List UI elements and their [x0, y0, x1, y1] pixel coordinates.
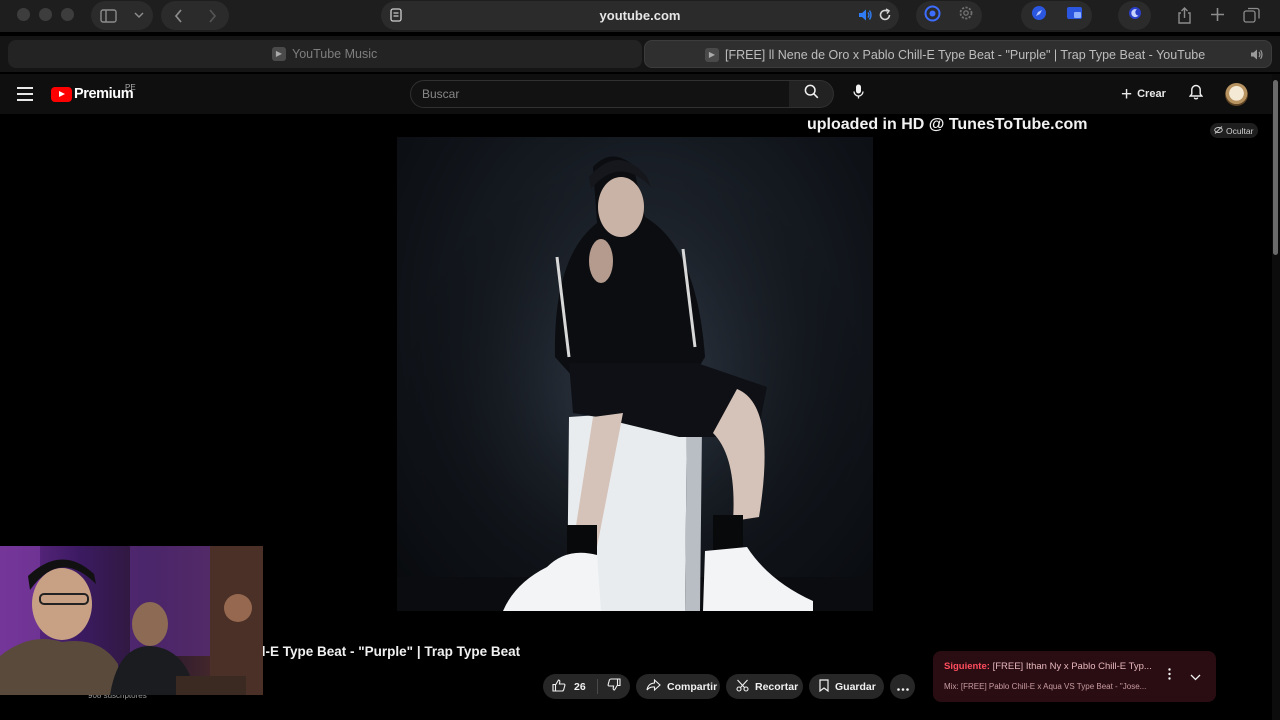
new-tab-icon[interactable] [1210, 7, 1225, 22]
play-icon: ▶ [705, 48, 719, 62]
bell-icon [1188, 84, 1204, 105]
save-label: Guardar [835, 680, 876, 693]
up-next-heading: Siguiente: [FREE] Ithan Ny x Pablo Chill… [944, 661, 1154, 672]
voice-search-button[interactable] [846, 82, 870, 106]
more-horizontal-icon [896, 678, 909, 696]
close-window-button[interactable] [17, 8, 30, 21]
play-icon: ▶ [272, 47, 286, 61]
hide-button[interactable]: Ocultar [1210, 123, 1259, 138]
bookmark-icon [819, 678, 829, 695]
tab-label: [FREE] ll Nene de Oro x Pablo Chill-E Ty… [725, 48, 1206, 62]
tab-bar: ▶ YouTube Music ▶ [FREE] ll Nene de Oro … [0, 36, 1280, 72]
share-button[interactable]: Compartir [636, 674, 720, 699]
webcam-overlay [0, 546, 263, 695]
gear-icon[interactable] [958, 5, 974, 26]
up-next-card[interactable]: Siguiente: [FREE] Ithan Ny x Pablo Chill… [933, 651, 1216, 702]
search-icon [804, 84, 819, 104]
chevron-down-icon[interactable] [134, 12, 144, 19]
save-button[interactable]: Guardar [809, 674, 884, 699]
up-next-expand-button[interactable] [1187, 669, 1203, 685]
up-next-prefix: Siguiente: [944, 661, 990, 672]
darkmode-extension[interactable] [1118, 1, 1151, 30]
webcam-feed-image [0, 546, 263, 695]
hide-label: Ocultar [1226, 125, 1254, 136]
artist-photo [397, 137, 873, 611]
sidebar-toggle-group[interactable] [91, 1, 153, 30]
clip-label: Recortar [755, 680, 799, 693]
more-actions-button[interactable] [890, 674, 915, 699]
plus-icon: + [1121, 83, 1133, 105]
extensions-group-2 [1021, 1, 1092, 30]
like-button[interactable]: 26 [543, 674, 596, 699]
video-title: ll-E Type Beat - "Purple" | Trap Type Be… [258, 644, 521, 659]
back-icon[interactable] [174, 8, 183, 23]
notifications-button[interactable] [1185, 82, 1207, 106]
address-bar[interactable]: youtube.com [381, 1, 899, 30]
up-next-menu-button[interactable] [1162, 667, 1176, 685]
country-code: PE [125, 83, 136, 92]
pip-extension-icon[interactable] [1066, 6, 1083, 25]
youtube-masthead: Premium PE + Crear [0, 74, 1280, 114]
forward-icon[interactable] [208, 8, 217, 23]
create-label: Crear [1137, 88, 1166, 100]
like-count: 26 [574, 680, 586, 693]
search-button[interactable] [789, 80, 834, 108]
up-next-title: [FREE] Ithan Ny x Pablo Chill-E Typ... [992, 661, 1152, 672]
share-icon[interactable] [1177, 7, 1192, 24]
history-nav-group [161, 1, 229, 30]
thumbs-down-icon [607, 677, 621, 696]
sidebar-icon[interactable] [100, 8, 117, 23]
scrollbar-thumb[interactable] [1273, 80, 1278, 255]
tab-overview-icon[interactable] [1243, 7, 1260, 23]
menu-icon[interactable] [17, 87, 33, 101]
tab-audio-icon[interactable] [1250, 48, 1264, 66]
avatar[interactable] [1225, 83, 1248, 106]
more-vertical-icon [1167, 667, 1171, 685]
eye-off-icon [1214, 125, 1223, 136]
chevron-down-icon [1190, 668, 1201, 686]
tab-label: YouTube Music [292, 47, 378, 61]
extension-icon[interactable] [924, 5, 941, 27]
reload-icon[interactable] [878, 8, 892, 27]
youtube-logo-icon[interactable] [51, 87, 72, 102]
video-frame-image [397, 137, 873, 611]
search-input[interactable] [411, 81, 789, 107]
thumbs-up-icon [552, 678, 566, 695]
zoom-window-button[interactable] [61, 8, 74, 21]
speaker-icon[interactable] [858, 8, 873, 27]
clip-button[interactable]: Recortar [726, 674, 803, 699]
tab-current-video[interactable]: ▶ [FREE] ll Nene de Oro x Pablo Chill-E … [644, 40, 1272, 68]
share-label: Compartir [667, 680, 718, 693]
url-text: youtube.com [599, 8, 681, 23]
compass-extension-icon[interactable] [1031, 5, 1047, 26]
like-dislike-group: 26 [543, 674, 630, 699]
tab-youtube-music[interactable]: ▶ YouTube Music [8, 40, 642, 68]
dislike-button[interactable] [598, 674, 630, 699]
microphone-icon [852, 84, 864, 104]
browser-toolbar: youtube.com [0, 0, 1280, 32]
minimize-window-button[interactable] [39, 8, 52, 21]
share-arrow-icon [646, 678, 661, 694]
moon-icon[interactable] [1128, 6, 1142, 25]
up-next-mix: Mix: [FREE] Pablo Chill-E x Aqua VS Type… [944, 682, 1147, 691]
extensions-group [916, 1, 982, 30]
create-button[interactable]: + Crear [1113, 80, 1175, 108]
search-box [410, 80, 790, 108]
video-watermark: uploaded in HD @ TunesToTube.com [807, 116, 1088, 133]
scissors-icon [736, 679, 749, 695]
